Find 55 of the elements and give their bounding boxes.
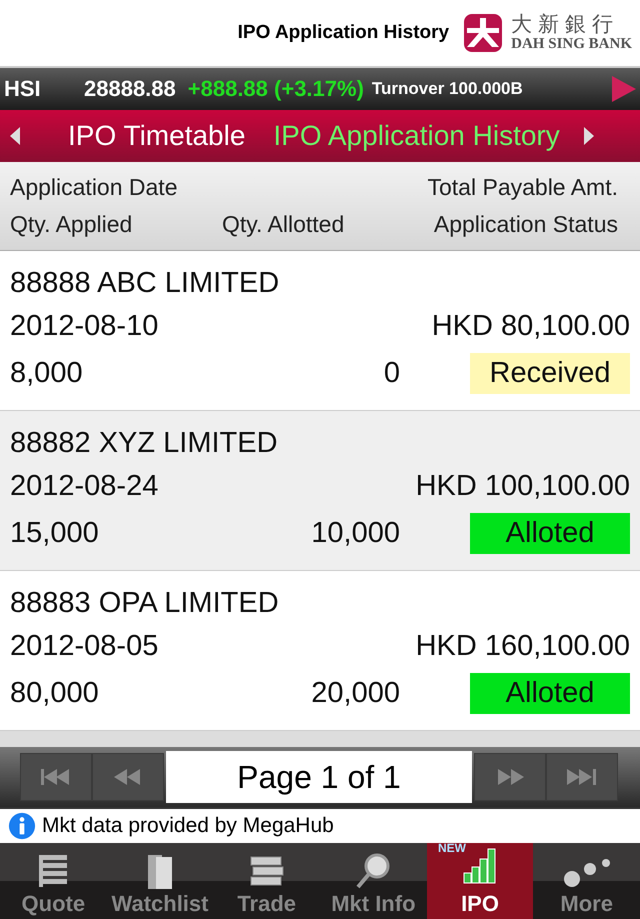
new-label: NEW bbox=[438, 841, 466, 855]
info-text: Mkt data provided by MegaHub bbox=[42, 814, 334, 838]
index-change: +888.88 (+3.17%) bbox=[188, 76, 364, 102]
stock-name: 88883 OPA LIMITED bbox=[10, 587, 280, 620]
last-page-button[interactable] bbox=[546, 753, 618, 801]
fast-forward-icon bbox=[496, 769, 524, 785]
bank-name-english: DAH SING BANK bbox=[511, 36, 632, 53]
qty-allotted: 20,000 bbox=[310, 677, 400, 710]
page-indicator: Page 1 of 1 bbox=[166, 751, 472, 803]
tab-bar-item[interactable]: Mkt Info bbox=[320, 843, 427, 919]
tab-bar-item[interactable]: Watchlist bbox=[106, 843, 214, 919]
index-value: 28888.88 bbox=[84, 76, 176, 102]
bank-logo-icon bbox=[463, 13, 504, 53]
page-title: IPO Application History bbox=[238, 22, 450, 44]
column-label: Total Payable Amt. bbox=[428, 174, 618, 201]
index-name: HSI bbox=[4, 76, 42, 102]
right-arrow-icon[interactable] bbox=[584, 127, 594, 145]
application-date: 2012-08-24 bbox=[10, 470, 158, 503]
column-label: Qty. Allotted bbox=[222, 211, 344, 238]
previous-page-button[interactable] bbox=[92, 753, 164, 801]
first-page-button[interactable] bbox=[20, 753, 92, 801]
column-label: Application Date bbox=[10, 174, 178, 201]
application-row[interactable]: 88882 XYZ LIMITED 2012-08-24 HKD 100,100.00 15,000 10,000 Alloted bbox=[0, 411, 640, 571]
next-page-button[interactable] bbox=[474, 753, 546, 801]
bank-name-chinese: 大新銀行 bbox=[511, 13, 620, 36]
stock-name: 88882 XYZ LIMITED bbox=[10, 427, 279, 460]
play-arrow-icon[interactable] bbox=[612, 76, 636, 102]
qty-applied: 15,000 bbox=[10, 517, 100, 550]
status-tag: Received bbox=[470, 353, 630, 394]
tab-bar-item[interactable]: More bbox=[533, 843, 640, 919]
column-label: Qty. Applied bbox=[10, 211, 132, 238]
payable-amount: HKD 80,100.00 bbox=[432, 310, 630, 343]
qty-applied: 8,000 bbox=[10, 357, 84, 390]
qty-allotted: 0 bbox=[382, 357, 400, 390]
stock-name: 88888 ABC LIMITED bbox=[10, 267, 280, 300]
payable-amount: HKD 160,100.00 bbox=[416, 630, 630, 663]
rewind-icon bbox=[114, 769, 142, 785]
application-date: 2012-08-10 bbox=[10, 310, 158, 343]
qty-allotted: 10,000 bbox=[310, 517, 400, 550]
status-tag: Alloted bbox=[470, 673, 630, 714]
left-arrow-icon[interactable] bbox=[10, 127, 20, 145]
payable-amount: HKD 100,100.00 bbox=[416, 470, 630, 503]
skip-forward-icon bbox=[567, 769, 597, 785]
qty-applied: 80,000 bbox=[10, 677, 100, 710]
tab-bar-item[interactable]: Trade bbox=[213, 843, 320, 919]
column-label: Application Status bbox=[434, 211, 618, 238]
tab-bar-item[interactable]: Quote bbox=[0, 843, 107, 919]
tab-bar-item[interactable]: NEW IPO bbox=[426, 843, 534, 919]
status-tag: Alloted bbox=[470, 513, 630, 554]
skip-back-icon bbox=[41, 769, 71, 785]
turnover-text: Turnover 100.000B bbox=[372, 79, 524, 99]
section-tab[interactable]: IPO Application History bbox=[269, 120, 564, 152]
application-date: 2012-08-05 bbox=[10, 630, 158, 663]
section-tab[interactable]: IPO Timetable bbox=[64, 120, 250, 152]
info-icon[interactable] bbox=[8, 812, 36, 840]
